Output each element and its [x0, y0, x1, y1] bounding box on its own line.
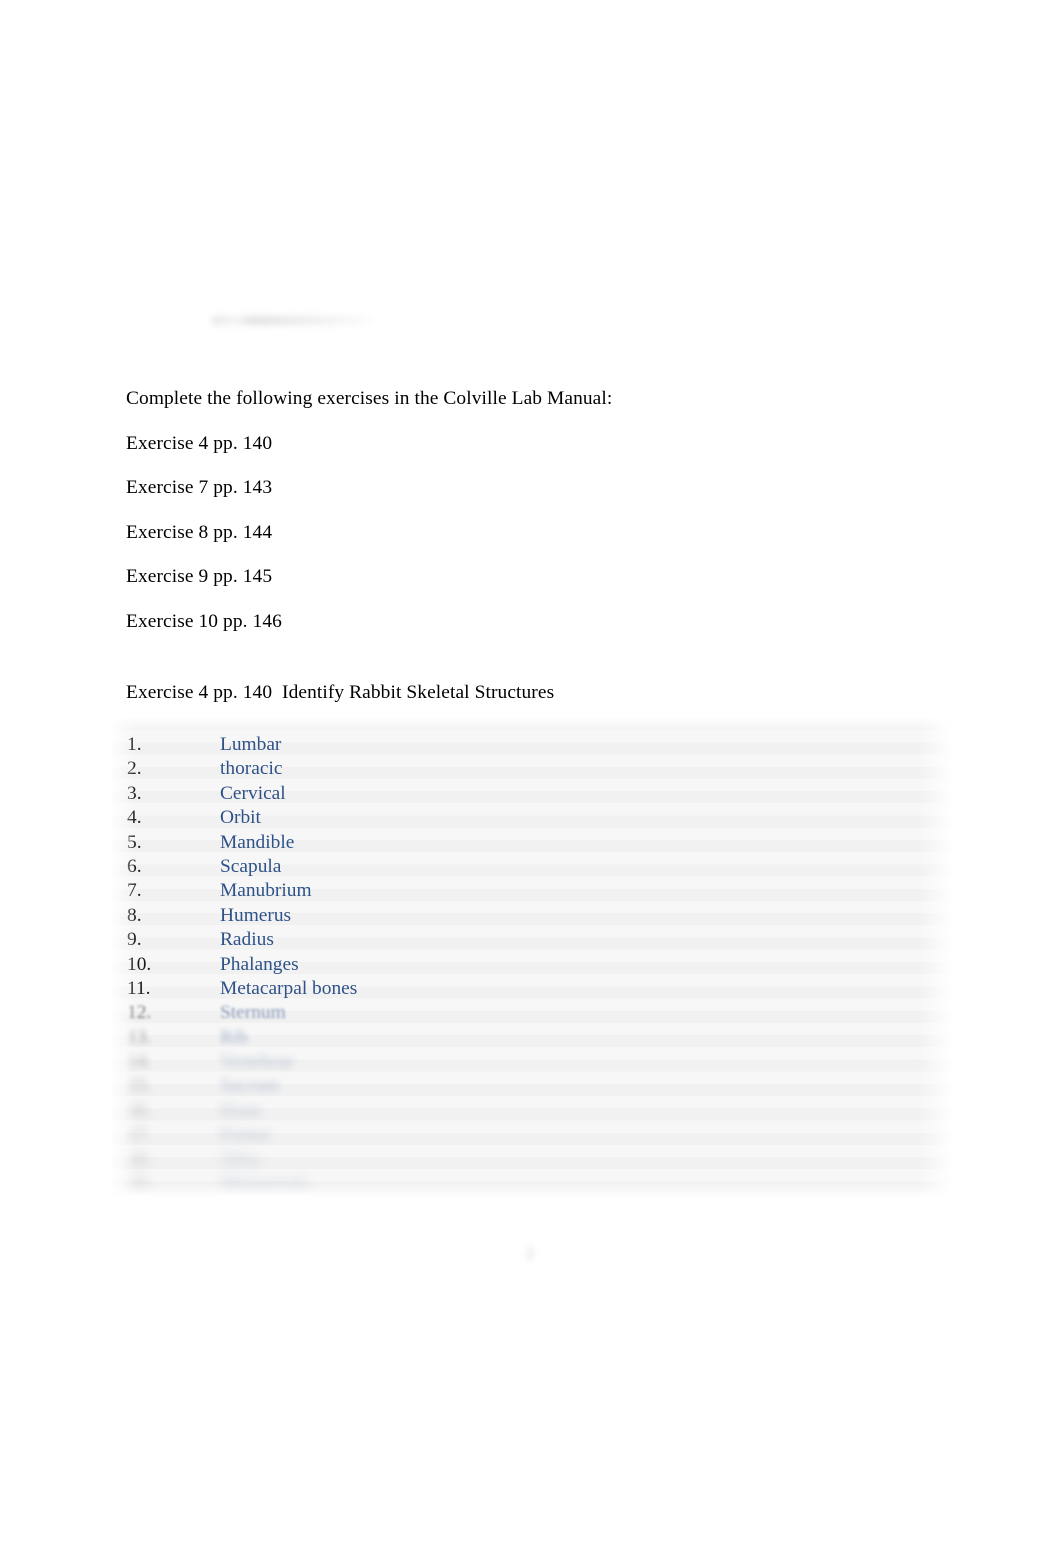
answer-row-number: 15.	[127, 1075, 152, 1097]
answer-row: 3. Cervical	[110, 782, 952, 806]
answer-row-number: 3.	[127, 782, 142, 804]
answer-row: 9. Radius	[110, 928, 952, 952]
answer-row: 12. Sternum	[110, 1001, 952, 1025]
answer-row: 10. Phalanges	[110, 953, 952, 977]
answer-row-number: 13.	[127, 1026, 152, 1048]
answer-row-value: Ilium	[220, 1099, 263, 1121]
answer-row-value: Femur	[220, 1124, 271, 1146]
document-body: Complete the following exercises in the …	[126, 386, 946, 635]
section-heading: Exercise 4 pp. 140 Identify Rabbit Skele…	[126, 682, 555, 703]
answer-row-value: Phalanges	[220, 953, 299, 975]
answer-row-value: thoracic	[220, 758, 283, 780]
document-page: Complete the following exercises in the …	[0, 0, 1062, 1561]
answer-row-number: 11.	[127, 977, 151, 999]
answer-row-value: Sacrum	[220, 1075, 280, 1097]
exercise-ref-2: Exercise 7 pp. 143	[126, 477, 273, 499]
answer-row: 2. thoracic	[110, 757, 952, 781]
skeletal-structures-list: 1. Lumbar 2. thoracic 3. Cervical 4. Orbit 5. Man…	[110, 718, 952, 1196]
answer-row-number: 14.	[127, 1051, 152, 1073]
answer-row: 13. Rib	[110, 1026, 952, 1050]
answer-row-value: Mandible	[220, 831, 295, 853]
exercise-ref-5: Exercise 10 pp. 146	[126, 610, 282, 632]
answer-row: 17. Femur	[110, 1123, 952, 1147]
answer-row: 16. Ilium	[110, 1099, 952, 1123]
answer-list-panel: 1. Lumbar 2. thoracic 3. Cervical 4. Orbit 5. Man…	[110, 718, 952, 1198]
answer-row: 5. Mandible	[110, 831, 952, 855]
answer-row: 11. Metacarpal bones	[110, 977, 952, 1001]
answer-row: 1. Lumbar	[110, 733, 952, 757]
answer-row-number: 17.	[127, 1124, 152, 1146]
answer-row-number: 8.	[127, 904, 142, 926]
redacted-header-smudge	[212, 316, 380, 325]
answer-row-value: Manubrium	[220, 880, 312, 902]
answer-row-number: 1.	[127, 734, 142, 755]
answer-row: 19. Metatarsals	[110, 1172, 952, 1196]
answer-row-number: 16.	[127, 1099, 152, 1121]
answer-row: 8. Humerus	[110, 904, 952, 928]
answer-row-number: 5.	[127, 831, 142, 853]
answer-row: 7. Manubrium	[110, 879, 952, 903]
answer-row: 4. Orbit	[110, 806, 952, 830]
answer-row: 18. Tibia	[110, 1148, 952, 1172]
answer-row-value: Cervical	[220, 782, 286, 804]
answer-row-number: 9.	[127, 929, 142, 951]
answer-row-value: Sternum	[220, 1002, 286, 1024]
answer-row-number: 2.	[127, 758, 142, 780]
answer-row-number: 4.	[127, 807, 142, 829]
answer-row-number: 18.	[127, 1148, 152, 1170]
answer-row-number: 10.	[127, 953, 152, 975]
answer-row-value: Radius	[220, 929, 274, 951]
answer-row-number: 7.	[127, 880, 142, 902]
answer-row-number: 12.	[127, 1002, 152, 1024]
answer-row-value: Lumbar	[220, 734, 282, 755]
answer-row: 15. Sacrum	[110, 1074, 952, 1098]
answer-row-value: Metacarpal bones	[220, 977, 358, 999]
answer-row-value: Metatarsals	[220, 1173, 310, 1195]
answer-row-number: 19.	[127, 1173, 152, 1195]
intro-paragraph: Complete the following exercises in the …	[126, 388, 613, 409]
exercise-ref-3: Exercise 8 pp. 144	[126, 521, 273, 543]
answer-row-value: Humerus	[220, 904, 292, 926]
exercise-ref-1: Exercise 4 pp. 140	[126, 432, 273, 454]
answer-row-value: Scapula	[220, 855, 282, 877]
answer-row-value: Tibia	[220, 1148, 261, 1170]
answer-row: 6. Scapula	[110, 855, 952, 879]
page-number: 2	[526, 1245, 534, 1262]
answer-row-value: Orbit	[220, 807, 261, 829]
answer-row-value: Rib	[220, 1026, 249, 1048]
answer-row: 14. Vertebrae	[110, 1050, 952, 1074]
exercise-ref-4: Exercise 9 pp. 145	[126, 566, 273, 588]
answer-row-number: 6.	[127, 855, 142, 877]
answer-row-value: Vertebrae	[220, 1051, 295, 1073]
